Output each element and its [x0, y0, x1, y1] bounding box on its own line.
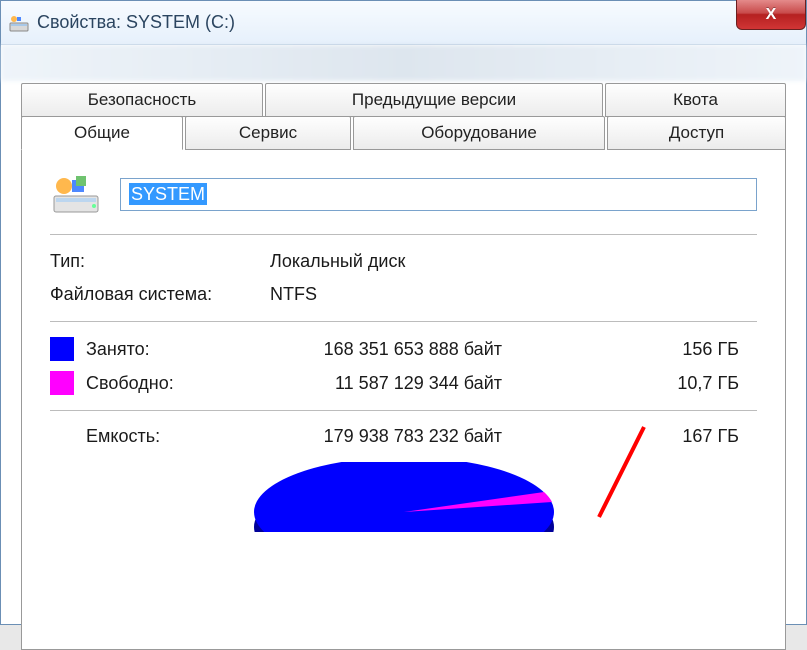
- free-bytes: 11 587 129 344 байт: [230, 373, 510, 394]
- divider: [50, 234, 757, 235]
- titlebar[interactable]: Свойства: SYSTEM (C:) X: [1, 1, 806, 45]
- dialog-content: Безопасность Предыдущие версии Квота Общ…: [1, 83, 806, 650]
- divider: [50, 410, 757, 411]
- pie-chart-wrap: [50, 462, 757, 532]
- used-bytes: 168 351 653 888 байт: [230, 339, 510, 360]
- capacity-bytes: 179 938 783 232 байт: [230, 426, 510, 447]
- usage-pie-chart: [244, 462, 564, 532]
- window-title: Свойства: SYSTEM (C:): [37, 12, 235, 33]
- used-label: Занято:: [86, 339, 230, 360]
- volume-name-input[interactable]: SYSTEM: [120, 178, 757, 211]
- type-label: Тип:: [50, 251, 270, 272]
- general-panel: SYSTEM Тип: Локальный диск Файловая сист…: [21, 150, 786, 650]
- drive-large-icon: [50, 172, 102, 216]
- used-gb: 156 ГБ: [510, 339, 757, 360]
- tab-security[interactable]: Безопасность: [21, 83, 263, 117]
- drive-icon: [9, 13, 29, 33]
- type-value: Локальный диск: [270, 251, 757, 272]
- filesystem-label: Файловая система:: [50, 284, 270, 305]
- tab-strip: Безопасность Предыдущие версии Квота Общ…: [21, 83, 786, 150]
- close-icon: X: [766, 6, 777, 24]
- tab-sharing[interactable]: Доступ: [607, 116, 786, 150]
- tab-previous-versions[interactable]: Предыдущие версии: [265, 83, 603, 117]
- capacity-label: Емкость:: [86, 426, 230, 447]
- free-gb: 10,7 ГБ: [510, 373, 757, 394]
- free-label: Свободно:: [86, 373, 230, 394]
- free-color-swatch: [50, 371, 74, 395]
- tab-hardware[interactable]: Оборудование: [353, 116, 605, 150]
- filesystem-value: NTFS: [270, 284, 757, 305]
- capacity-gb: 167 ГБ: [510, 426, 757, 447]
- tab-general[interactable]: Общие: [21, 116, 183, 150]
- close-button[interactable]: X: [736, 0, 806, 30]
- tab-tools[interactable]: Сервис: [185, 116, 351, 150]
- used-color-swatch: [50, 337, 74, 361]
- divider: [50, 321, 757, 322]
- tab-quota[interactable]: Квота: [605, 83, 786, 117]
- properties-window: Свойства: SYSTEM (C:) X Безопасность Пре…: [0, 0, 807, 625]
- glass-border: [1, 45, 806, 81]
- volume-name-value: SYSTEM: [129, 183, 207, 205]
